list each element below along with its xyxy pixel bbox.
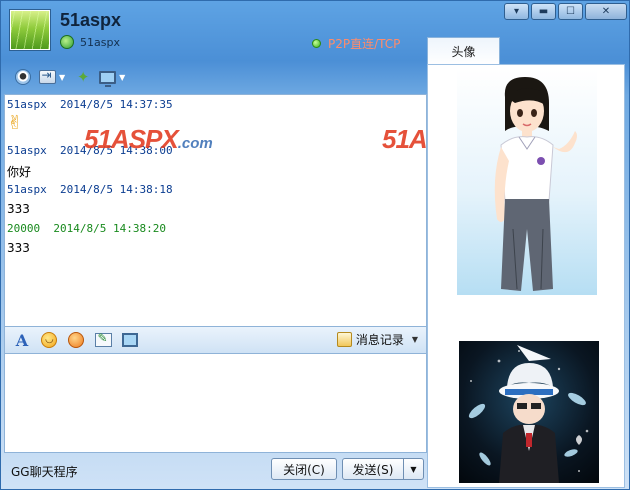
message-input[interactable] (4, 353, 427, 453)
handwriting-button[interactable] (94, 331, 112, 349)
message-sender: 51aspx (7, 183, 47, 196)
chat-history[interactable]: 51aspx 2014/8/5 14:37:35 ✌ 51aspx 2014/8… (4, 94, 427, 327)
screenshot-button[interactable] (121, 331, 139, 349)
watermark-logo: 51ASPX.com (84, 124, 213, 155)
message-body-emoji: ✌ (7, 112, 23, 134)
send-button[interactable]: 发送(S) (342, 458, 404, 480)
watermark-suffix: .com (177, 135, 213, 152)
self-show-image (459, 341, 599, 483)
webcam-icon (15, 69, 31, 85)
message-header: 51aspx 2014/8/5 14:37:35 (7, 98, 173, 111)
screen-share-icon (98, 70, 116, 87)
minimize-button[interactable]: ▬ (531, 3, 556, 20)
contact-status-row: 51aspx (60, 34, 120, 50)
avatar-image (11, 11, 49, 49)
chevron-down-icon[interactable]: ▼ (412, 335, 418, 344)
puzzle-icon: ✦ (76, 68, 90, 86)
message-time: 2014/8/5 14:37:35 (60, 98, 173, 111)
message-sender: 51aspx (7, 98, 47, 111)
chat-toolbar: ▼ ✦ ▼ (13, 67, 129, 87)
emoticon-button[interactable] (40, 331, 58, 349)
connection-status: P2P直连/TCP (312, 35, 400, 52)
contact-show-image (457, 69, 597, 295)
send-options-dropdown[interactable]: ▼ (403, 458, 424, 480)
message-header: 51aspx 2014/8/5 14:38:18 (7, 183, 173, 196)
message-body: 333 (7, 241, 30, 255)
message-history-button[interactable]: 消息记录 ▼ (336, 331, 418, 348)
remote-assist-button[interactable] (97, 67, 117, 87)
message-header-self: 20000 2014/8/5 14:38:20 (7, 222, 166, 235)
send-file-button[interactable] (37, 67, 57, 87)
video-call-button[interactable] (13, 67, 33, 87)
contact-avatar[interactable] (9, 9, 51, 51)
font-button[interactable]: A (13, 330, 31, 350)
message-time: 2014/8/5 14:38:20 (53, 222, 166, 235)
connection-dot-icon (312, 39, 321, 48)
message-history-label: 消息记录 (355, 333, 404, 347)
app-label: GG聊天程序 (11, 465, 78, 479)
contact-signature: 51aspx (80, 35, 120, 49)
screenshot-icon (122, 333, 138, 347)
avatar-show-panel (427, 64, 625, 488)
app-button[interactable]: ✦ (73, 67, 93, 87)
message-history-icon (336, 332, 352, 347)
message-body: 你好 (7, 165, 32, 179)
watermark-brand: 51ASPX (382, 124, 427, 154)
handwriting-icon (94, 331, 112, 347)
send-file-icon (38, 68, 56, 84)
magic-emoticon-icon (68, 332, 84, 348)
watermark-brand: 51ASPX (84, 124, 179, 154)
connection-status-text: P2P直连/TCP (328, 37, 401, 51)
window-controls: ▾ ▬ ☐ ✕ (504, 3, 627, 20)
online-status-icon (60, 35, 74, 49)
chat-window: 51aspx 51aspx P2P直连/TCP ▾ ▬ ☐ ✕ ▼ ✦ ▼ 头像 (0, 0, 630, 490)
maximize-button[interactable]: ☐ (558, 3, 583, 20)
message-time: 2014/8/5 14:38:18 (60, 183, 173, 196)
remote-assist-dropdown-arrow[interactable]: ▼ (119, 73, 125, 82)
format-toolbar: A 消息记录 ▼ (4, 327, 427, 353)
magic-emoticon-button[interactable] (67, 331, 85, 349)
close-button[interactable]: 关闭(C) (271, 458, 337, 480)
send-file-dropdown-arrow[interactable]: ▼ (59, 73, 65, 82)
message-sender: 51aspx (7, 144, 47, 157)
message-sender: 20000 (7, 222, 41, 235)
window-menu-button[interactable]: ▾ (504, 3, 529, 20)
tab-avatar[interactable]: 头像 (427, 37, 500, 65)
watermark-logo: 51ASPX.com (382, 124, 427, 155)
smiley-icon (41, 332, 57, 348)
contact-nickname: 51aspx (60, 10, 122, 30)
close-window-button[interactable]: ✕ (585, 3, 627, 20)
font-icon: A (15, 330, 29, 350)
message-body: 333 (7, 202, 30, 216)
